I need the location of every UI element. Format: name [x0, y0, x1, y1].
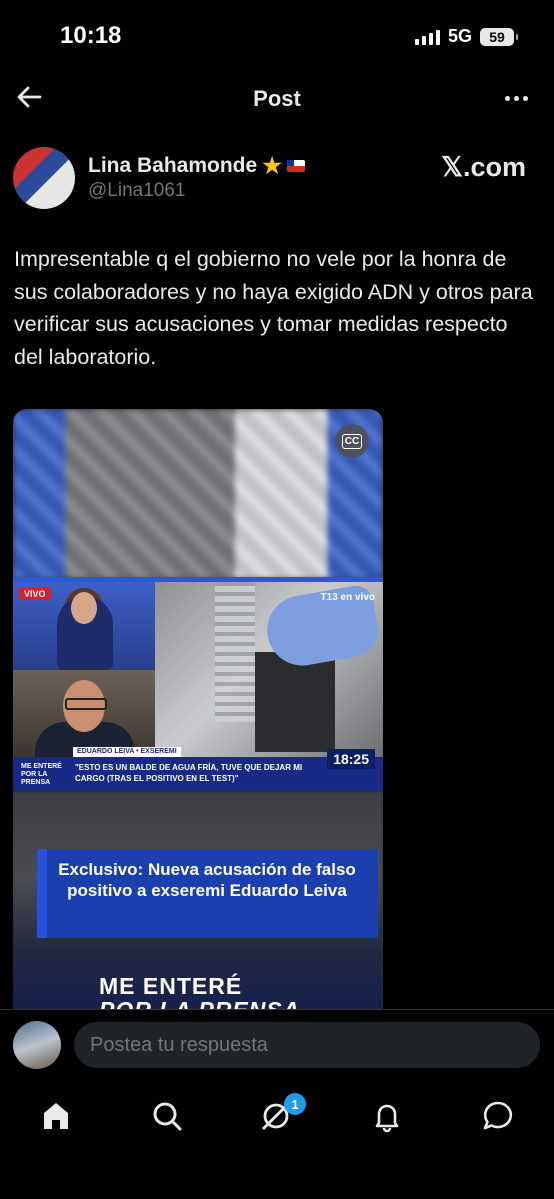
lab-panel: T13 en vivo: [155, 582, 383, 757]
guest-label: EDUARDO LEIVA • EXSEREMI: [73, 747, 181, 757]
tv-frame: VIVO T13 en vivo EDUARDO LEIVA • EXSEREM…: [13, 577, 383, 792]
live-badge: VIVO: [19, 588, 51, 600]
chyron: ME ENTERÉ POR LA PRENSA "ESTO ES UN BALD…: [13, 749, 383, 790]
x-logo: 𝕏.com: [441, 152, 526, 182]
divider: [0, 1009, 554, 1010]
search-icon[interactable]: [149, 1098, 185, 1134]
chile-flag-icon: [286, 160, 305, 172]
status-indicators: 5G 59: [414, 26, 518, 47]
headline-text: Exclusivo: Nueva acusación de falso posi…: [58, 860, 356, 900]
post-text: Impresentable q el gobierno no vele por …: [14, 247, 533, 369]
author-avatar[interactable]: [13, 147, 75, 209]
battery-level: 59: [489, 28, 505, 45]
footer-logo-line1: ME ENTERÉ: [99, 973, 243, 999]
show-logo: ME ENTERÉ POR LA PRENSA: [21, 763, 62, 786]
broadcast-clock: 18:25: [327, 749, 375, 769]
home-icon[interactable]: [38, 1098, 74, 1134]
reply-placeholder: Postea tu respuesta: [90, 1034, 268, 1056]
battery-icon: 59: [480, 27, 518, 46]
signal-icon: [414, 29, 440, 45]
more-options-icon[interactable]: [505, 96, 528, 101]
author-handle[interactable]: @Lina1061: [88, 180, 185, 202]
guest-panel: [13, 670, 155, 757]
messages-icon[interactable]: [480, 1098, 516, 1134]
video-media[interactable]: CC VIVO T13 en vivo EDUARDO LEIVA • EXSE…: [13, 409, 383, 1009]
notification-badge: 1: [284, 1093, 306, 1115]
author-name-row[interactable]: Lina Bahamonde ★: [88, 153, 305, 179]
video-blur-top: [13, 409, 383, 579]
user-avatar[interactable]: [13, 1021, 61, 1069]
status-time: 10:18: [60, 22, 122, 49]
closed-captions-button[interactable]: CC: [335, 424, 369, 458]
network-label: 5G: [447, 26, 472, 46]
star-emoji-icon: ★: [262, 153, 282, 178]
anchor-panel: VIVO: [13, 582, 155, 670]
chyron-quote: "ESTO ES UN BALDE DE AGUA FRÍA, TUVE QUE…: [75, 763, 303, 783]
footer-logo-line2: POR LA PRENSA: [99, 997, 300, 1009]
channel-logo: T13 en vivo: [320, 592, 375, 603]
page-title: Post: [253, 86, 301, 111]
author-name[interactable]: Lina Bahamonde: [88, 154, 257, 178]
bell-icon[interactable]: [369, 1098, 405, 1134]
